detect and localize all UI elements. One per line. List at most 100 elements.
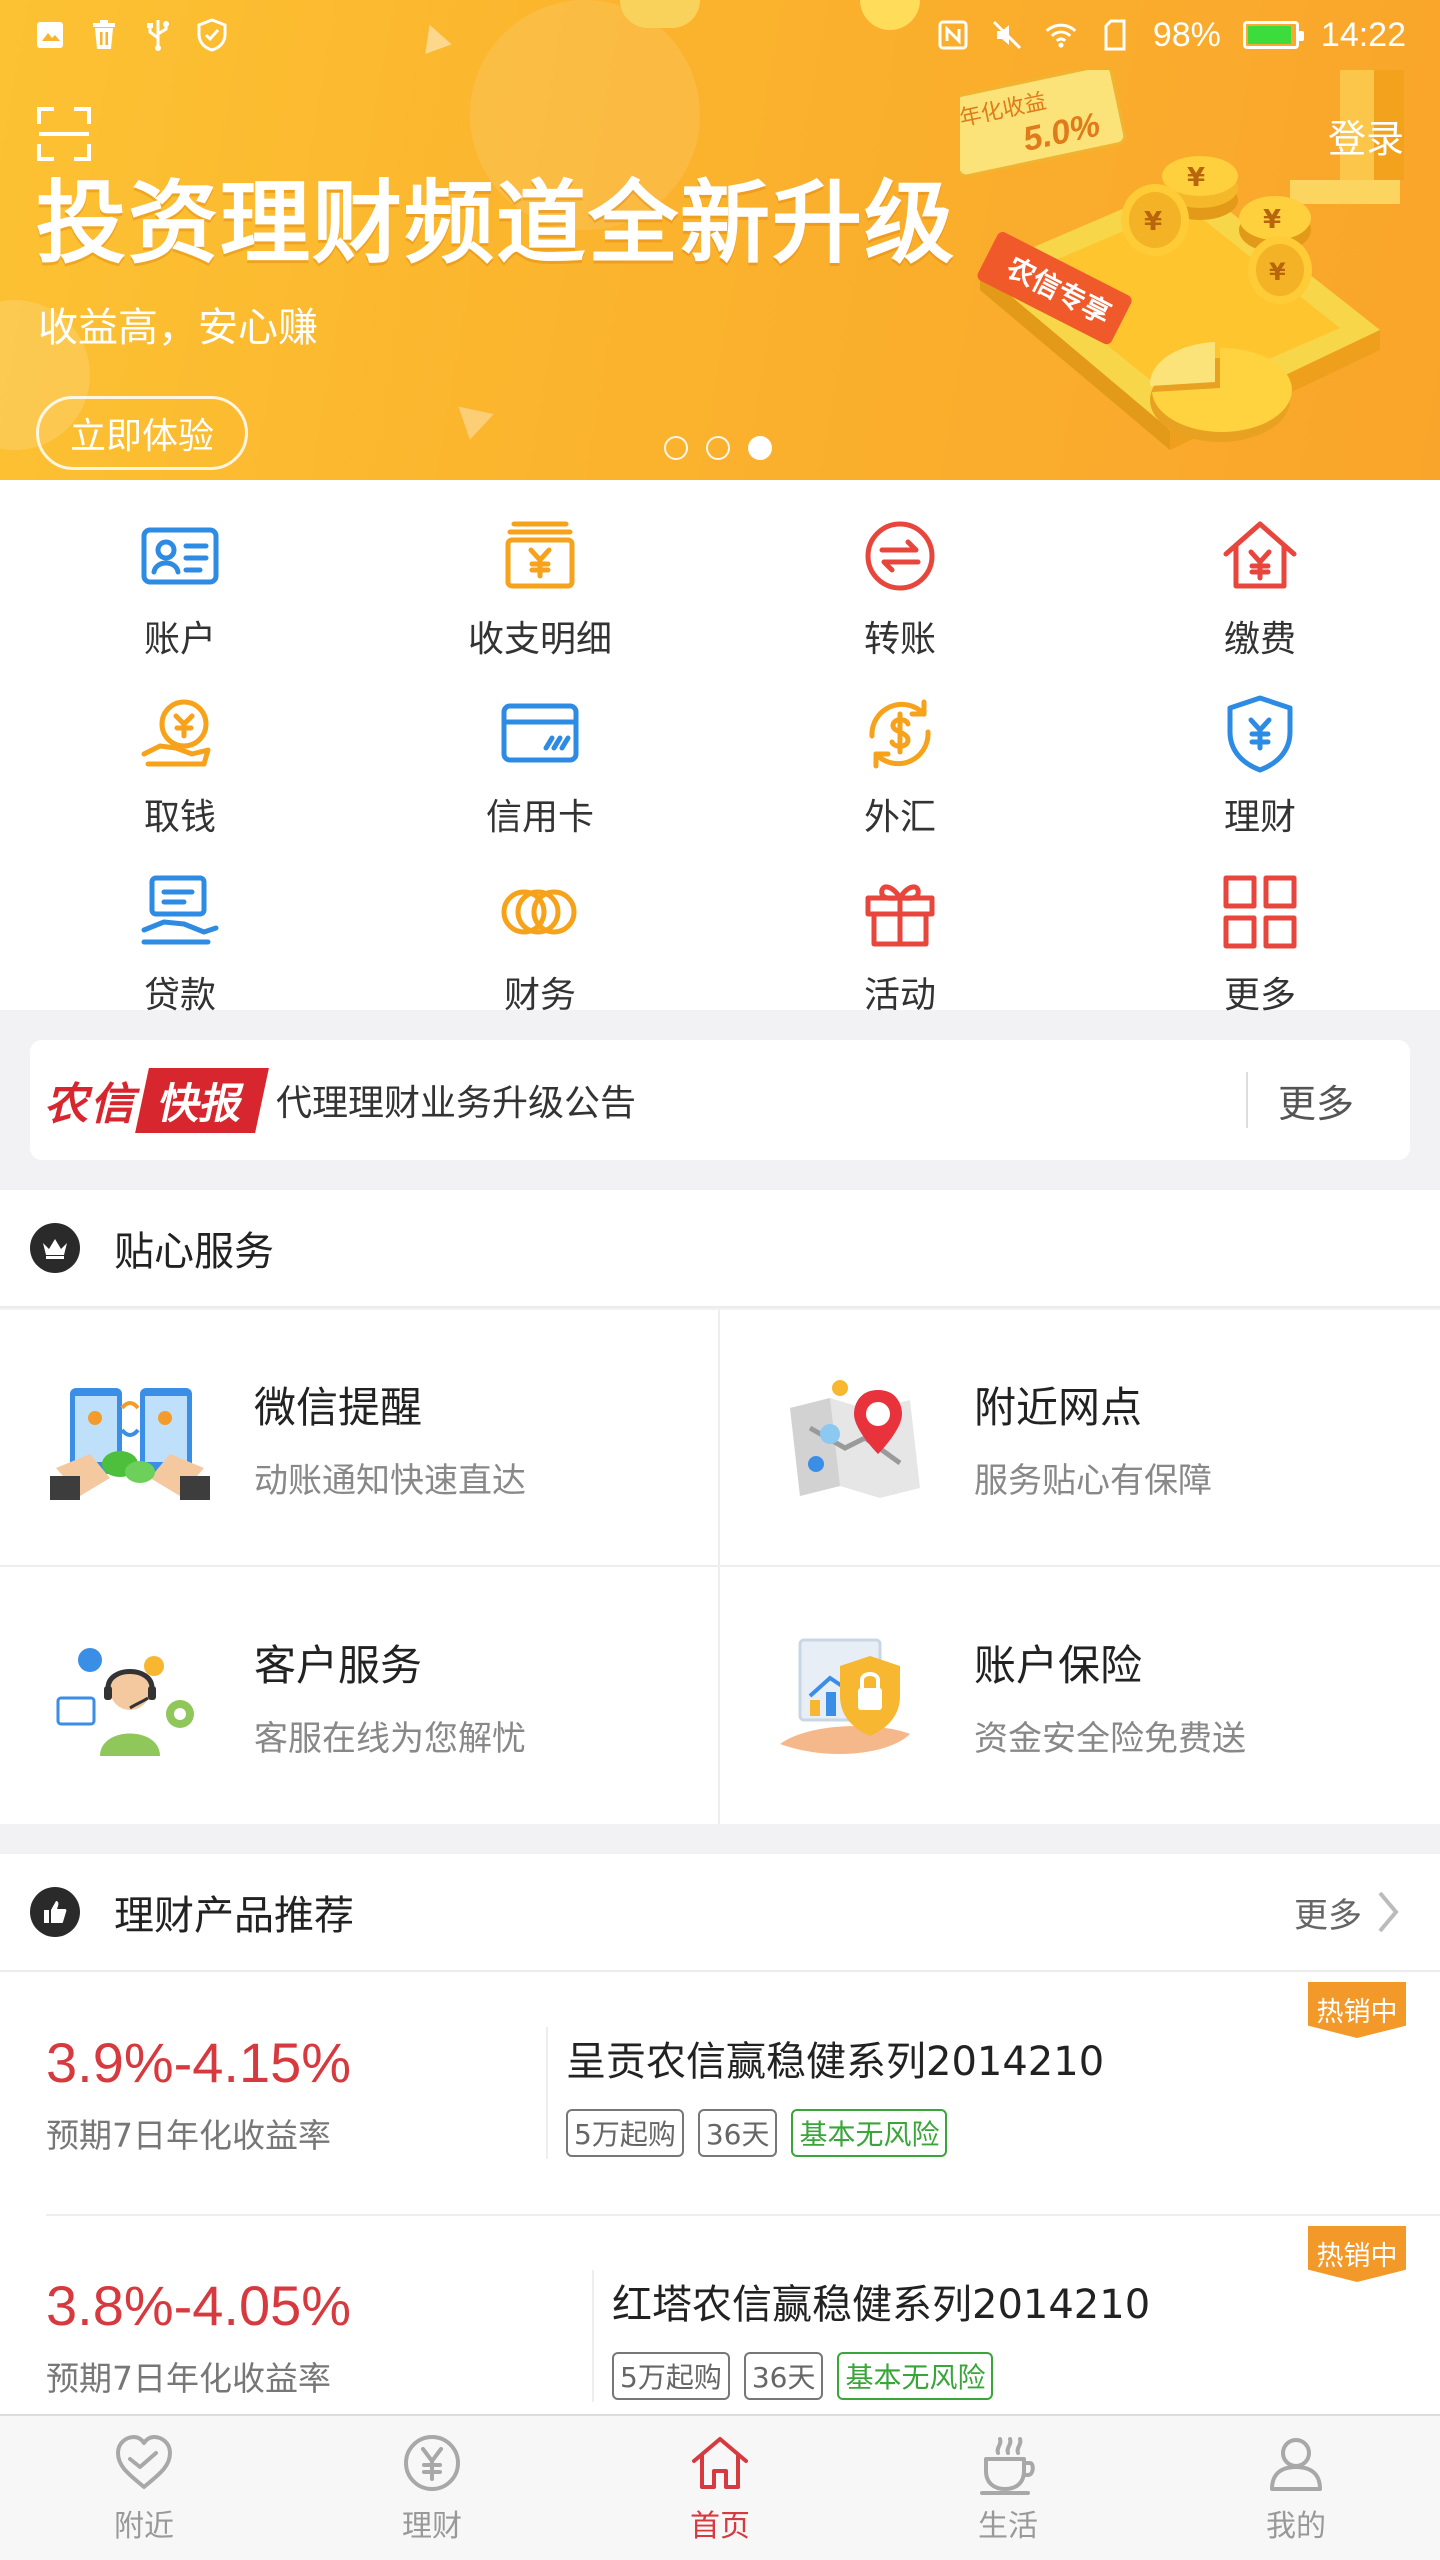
map-pin-icon xyxy=(790,1379,920,1498)
menu-item-label: 理财 xyxy=(1223,797,1296,838)
yen-circle-icon xyxy=(404,2435,460,2491)
product-tag: 5万起购 xyxy=(612,2352,730,2400)
banner-subtitle: 收益高，安心赚 xyxy=(38,305,318,351)
news-logo-text: 农信 xyxy=(44,1079,136,1130)
menu-item[interactable]: 活动 xyxy=(720,848,1080,1026)
menu-item[interactable]: 外汇 xyxy=(720,670,1080,848)
service-title: 微信提醒 xyxy=(254,1382,423,1432)
menu-item[interactable]: 更多 xyxy=(1080,848,1440,1026)
product-tag: 基本无风险 xyxy=(791,2109,948,2157)
id-card-icon xyxy=(141,527,219,585)
usb-icon xyxy=(142,19,174,51)
services-header: 贴心服务 xyxy=(0,1190,1440,1308)
heart-icon xyxy=(116,2435,172,2489)
nav-label: 理财 xyxy=(402,2509,462,2544)
news-more-link[interactable]: 更多 xyxy=(1278,1073,1354,1128)
divider xyxy=(592,2270,594,2402)
try-now-button[interactable]: 立即体验 xyxy=(36,396,248,470)
coins-icon xyxy=(501,889,577,935)
menu-item[interactable]: 贷款 xyxy=(0,848,360,1026)
products-more-link[interactable]: 更多 xyxy=(1294,1888,1400,1937)
product-tag: 36天 xyxy=(697,2109,778,2157)
shield-yen-icon xyxy=(1227,695,1293,773)
product-rate: 3.8%-4.05% xyxy=(46,2273,352,2337)
menu-item[interactable]: 财务 xyxy=(360,848,720,1026)
product-tag: 5万起购 xyxy=(566,2109,684,2157)
mute-icon xyxy=(991,19,1023,51)
clock: 14:22 xyxy=(1320,15,1406,54)
nav-item[interactable]: 生活 xyxy=(864,2416,1152,2560)
home-icon xyxy=(692,2437,748,2489)
menu-item-label: 更多 xyxy=(1223,975,1296,1016)
menu-item-label: 收支明细 xyxy=(467,619,612,660)
credit-card-icon xyxy=(501,703,579,763)
service-title: 附近网点 xyxy=(974,1382,1143,1432)
menu-item[interactable]: 取钱 xyxy=(0,670,360,848)
product-rate-label: 预期7日年化收益率 xyxy=(46,2115,331,2155)
nav-item[interactable]: 理财 xyxy=(288,2416,576,2560)
product-tag: 基本无风险 xyxy=(837,2352,994,2400)
section-title: 理财产品推荐 xyxy=(114,1893,354,1939)
trash-icon xyxy=(88,19,120,51)
product-name: 红塔农信赢稳健系列2014210 xyxy=(612,2282,1151,2328)
service-wechat-reminder[interactable]: 微信提醒 动账通知快速直达 xyxy=(0,1310,720,1567)
product-list: 3.9%-4.15% 预期7日年化收益率 呈贡农信赢稳健系列2014210 5万起购 3… xyxy=(0,1972,1440,2416)
nav-item[interactable]: 首页 xyxy=(576,2416,864,2560)
dollar-exchange-icon xyxy=(869,699,931,769)
menu-item-label: 活动 xyxy=(863,975,936,1016)
nav-item[interactable]: 我的 xyxy=(1152,2416,1440,2560)
sim-icon xyxy=(1099,19,1131,51)
login-button[interactable]: 登录 xyxy=(1328,108,1404,163)
nav-item[interactable]: 附近 xyxy=(0,2416,288,2560)
thumbs-up-icon xyxy=(30,1887,80,1937)
news-logo: 农信 快报 xyxy=(44,1067,269,1133)
service-title: 客户服务 xyxy=(254,1640,423,1690)
menu-item[interactable]: 缴费 xyxy=(1080,492,1440,670)
money-box-icon xyxy=(505,521,575,589)
coffee-icon xyxy=(980,2437,1035,2495)
wechat-phones-icon xyxy=(50,1387,210,1500)
bottom-navigation: 附近 理财 首页 生活 我的 xyxy=(0,2414,1440,2560)
product-tags: 5万起购 36天 基本无风险 xyxy=(566,2109,1440,2157)
nfc-icon xyxy=(937,19,969,51)
news-bar[interactable]: 农信 快报 代理理财业务升级公告 更多 xyxy=(30,1040,1410,1160)
product-name: 呈贡农信赢稳健系列2014210 xyxy=(566,2039,1105,2085)
art-currency-symbol: ¥ xyxy=(1263,205,1281,235)
service-desc: 动账通知快速直达 xyxy=(254,1460,526,1501)
scan-icon[interactable] xyxy=(36,106,92,162)
function-grid: 账户 收支明细 转账 缴费 取钱 信用卡 外汇 理财 贷款 财务 活动 更多 xyxy=(0,480,1440,1016)
wifi-icon xyxy=(1045,19,1077,51)
withdraw-icon xyxy=(141,699,211,767)
status-bar: 98% 14:22 xyxy=(0,0,1440,70)
menu-item[interactable]: 转账 xyxy=(720,492,1080,670)
more-label: 更多 xyxy=(1294,1895,1362,1936)
battery-percent: 98% xyxy=(1152,15,1221,54)
gift-icon xyxy=(865,884,935,947)
menu-item-label: 财务 xyxy=(503,975,576,1016)
shield-icon xyxy=(196,18,228,52)
battery-icon xyxy=(1242,21,1304,49)
menu-item[interactable]: 理财 xyxy=(1080,670,1440,848)
carousel-dot[interactable] xyxy=(748,436,772,460)
product-row[interactable]: 3.9%-4.15% 预期7日年化收益率 呈贡农信赢稳健系列2014210 5万起购 3… xyxy=(0,1972,1440,2214)
menu-item[interactable]: 账户 xyxy=(0,492,360,670)
nav-label: 我的 xyxy=(1266,2509,1326,2544)
banner-decoration xyxy=(452,406,494,444)
nav-label: 附近 xyxy=(114,2509,174,2544)
news-headline[interactable]: 代理理财业务升级公告 xyxy=(276,1074,1246,1126)
menu-item[interactable]: 收支明细 xyxy=(360,492,720,670)
service-customer-support[interactable]: 客户服务 客服在线为您解忧 xyxy=(0,1567,720,1824)
house-yen-icon xyxy=(1223,521,1297,589)
carousel-dot[interactable] xyxy=(706,436,730,460)
services-grid: 微信提醒 动账通知快速直达 附近网点 服务贴心有保障 客户服务 客服在线为您解忧… xyxy=(0,1310,1440,1824)
chevron-right-icon xyxy=(1378,1891,1399,1933)
service-nearby-branch[interactable]: 附近网点 服务贴心有保障 xyxy=(720,1310,1440,1567)
carousel-dots[interactable] xyxy=(664,436,772,460)
service-desc: 资金安全险免费送 xyxy=(974,1718,1246,1759)
carousel-dot[interactable] xyxy=(664,436,688,460)
crown-icon xyxy=(30,1223,80,1273)
menu-item[interactable]: 信用卡 xyxy=(360,670,720,848)
product-tags: 5万起购 36天 基本无风险 xyxy=(612,2352,1440,2400)
service-account-insurance[interactable]: 账户保险 资金安全险免费送 xyxy=(720,1567,1440,1824)
promo-banner[interactable]: 98% 14:22 登录 投资理财频道全新升级 收益高，安心赚 立即体验 农信专… xyxy=(0,0,1440,480)
